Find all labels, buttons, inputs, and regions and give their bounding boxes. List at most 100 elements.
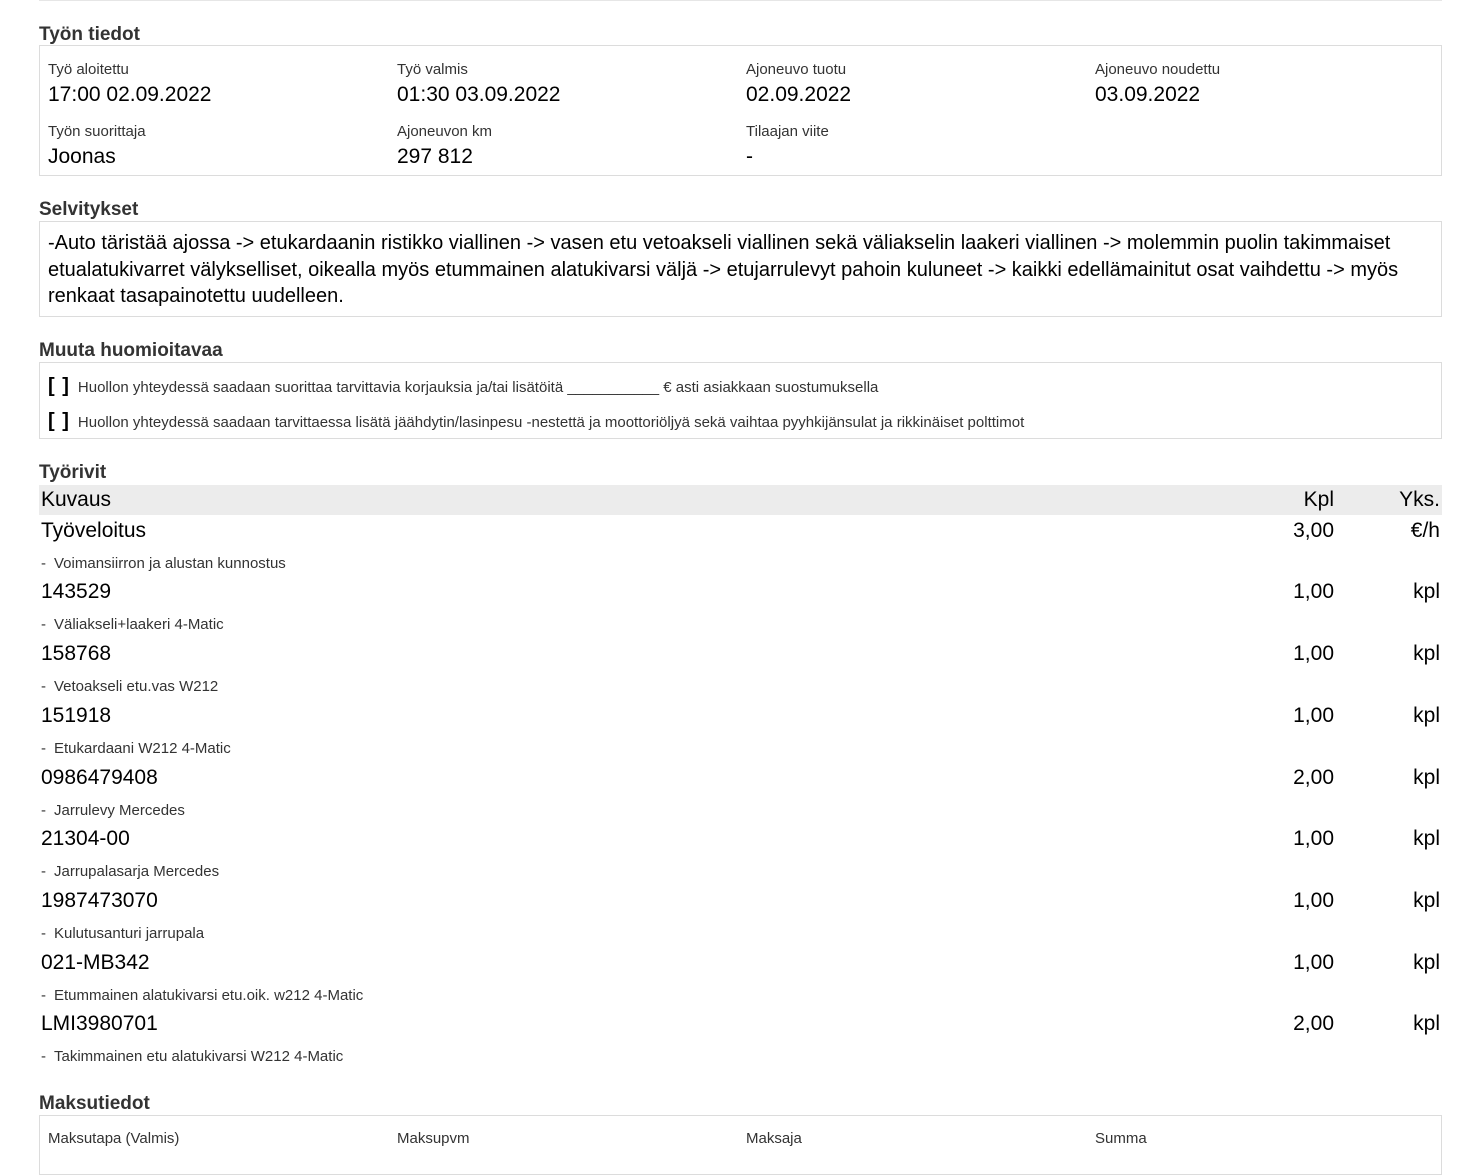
dash: - <box>41 678 46 695</box>
row-unit: €/h <box>1410 519 1440 542</box>
row-description: - Voimansiirron ja alustan kunnostus <box>41 555 286 572</box>
row-unit: kpl <box>1413 951 1440 974</box>
row-description: - Etukardaani W212 4-Matic <box>41 740 231 757</box>
field-label: Tilaajan viite <box>746 123 829 140</box>
field-vehicle-picked-up: Ajoneuvo noudettu 03.09.2022 <box>1095 61 1220 107</box>
payment-sum: Summa <box>1095 1130 1147 1148</box>
field-label: Työ valmis <box>397 61 468 78</box>
row-code: 021-MB342 <box>41 951 150 974</box>
row-description-text: Jarrulevy Mercedes <box>54 802 185 819</box>
note-item: [ ] Huollon yhteydessä saadaan suorittaa … <box>48 375 878 398</box>
dash: - <box>41 616 46 633</box>
row-qty: 1,00 <box>1293 827 1334 850</box>
row-description-text: Väliakseli+laakeri 4-Matic <box>54 616 224 633</box>
row-qty: 1,00 <box>1293 704 1334 727</box>
table-row: 143529 1,00 kpl - Väliakseli+laakeri 4-Ma… <box>39 580 1442 642</box>
row-qty: 1,00 <box>1293 642 1334 665</box>
explanations-title: Selvitykset <box>39 199 139 220</box>
notes-box: [ ] Huollon yhteydessä saadaan suorittaa … <box>39 362 1442 439</box>
row-code: Työveloitus <box>41 519 147 542</box>
table-row: 21304-00 1,00 kpl - Jarrupalasarja Merced… <box>39 827 1442 889</box>
row-code: 1987473070 <box>41 889 158 912</box>
row-unit: kpl <box>1413 642 1440 665</box>
row-code: 0986479408 <box>41 766 158 789</box>
field-value: - <box>746 145 753 168</box>
field-value: Joonas <box>48 145 116 168</box>
field-technician: Työn suorittaja Joonas <box>48 123 146 169</box>
row-description-text: Vetoakseli etu.vas W212 <box>54 678 219 695</box>
note-text: Huollon yhteydessä saadaan suorittaa tar… <box>77 379 879 396</box>
field-label: Työ aloitettu <box>48 61 129 78</box>
explanations-box: -Auto täristää ajossa -> etukardaanin ri… <box>39 221 1442 317</box>
field-work-started: Työ aloitettu 17:00 02.09.2022 <box>48 61 212 107</box>
payment-method: Maksutapa (Valmis) <box>48 1130 179 1148</box>
header-description: Kuvaus <box>41 488 112 511</box>
row-unit: kpl <box>1413 704 1440 727</box>
field-work-finished: Työ valmis 01:30 03.09.2022 <box>397 61 561 107</box>
checkbox-mark[interactable]: [ ] <box>48 410 70 432</box>
table-row: 151918 1,00 kpl - Etukardaani W212 4-Mati… <box>39 704 1442 766</box>
field-customer-reference: Tilaajan viite - <box>746 123 829 169</box>
field-value: 01:30 03.09.2022 <box>397 83 561 106</box>
table-row: 1987473070 1,00 kpl - Kulutusanturi jarru… <box>39 889 1442 951</box>
field-label: Ajoneuvon km <box>397 123 493 140</box>
header-qty: Kpl <box>1303 488 1334 511</box>
job-info-box: Työ aloitettu 17:00 02.09.2022 Työ valmi… <box>39 45 1442 176</box>
field-label: Työn suorittaja <box>48 123 146 140</box>
payment-date: Maksupvm <box>397 1130 470 1148</box>
dash: - <box>41 925 46 942</box>
note-text: Huollon yhteydessä saadaan tarvittaessa … <box>77 414 1025 431</box>
header-unit: Yks. <box>1399 488 1440 511</box>
row-qty: 1,00 <box>1293 889 1334 912</box>
field-label: Maksupvm <box>397 1130 470 1147</box>
work-rows-title: Työrivit <box>39 462 107 483</box>
payment-title: Maksutiedot <box>39 1093 150 1114</box>
row-description-text: Voimansiirron ja alustan kunnostus <box>54 555 286 572</box>
row-description: - Väliakseli+laakeri 4-Matic <box>41 616 224 633</box>
row-description-text: Takimmainen etu alatukivarsi W212 4-Mati… <box>54 1048 344 1065</box>
row-code: 143529 <box>41 580 112 603</box>
row-code: LMI3980701 <box>41 1012 158 1035</box>
row-unit: kpl <box>1413 827 1440 850</box>
row-code: 158768 <box>41 642 112 665</box>
row-unit: kpl <box>1413 889 1440 912</box>
dash: - <box>41 802 46 819</box>
payment-box: Maksutapa (Valmis) Maksupvm Maksaja Summ… <box>39 1115 1442 1175</box>
row-description: - Vetoakseli etu.vas W212 <box>41 678 218 695</box>
dash: - <box>41 863 46 880</box>
note-item: [ ] Huollon yhteydessä saadaan tarvittaes… <box>48 410 1024 433</box>
row-code: 21304-00 <box>41 827 130 850</box>
dash: - <box>41 1048 46 1065</box>
row-unit: kpl <box>1413 580 1440 603</box>
field-value: 02.09.2022 <box>746 83 852 106</box>
row-description-text: Kulutusanturi jarrupala <box>54 925 205 942</box>
row-description-text: Etummainen alatukivarsi etu.oik. w212 4-… <box>54 987 364 1004</box>
explanations-text: -Auto täristää ajossa -> etukardaanin ri… <box>48 232 1399 307</box>
dash: - <box>41 740 46 757</box>
row-description: - Takimmainen etu alatukivarsi W212 4-Mat… <box>41 1048 343 1065</box>
notes-title: Muuta huomioitavaa <box>39 340 223 361</box>
dash: - <box>41 987 46 1004</box>
table-row: Työveloitus 3,00 €/h - Voimansiirron ja a… <box>39 519 1442 581</box>
row-unit: kpl <box>1413 1012 1440 1035</box>
checkbox-mark[interactable]: [ ] <box>48 375 70 397</box>
row-qty: 2,00 <box>1293 1012 1334 1035</box>
row-description: - Etummainen alatukivarsi etu.oik. w212 4… <box>41 987 363 1004</box>
row-qty: 1,00 <box>1293 580 1334 603</box>
field-value: 17:00 02.09.2022 <box>48 83 212 106</box>
field-label: Ajoneuvo noudettu <box>1095 61 1221 78</box>
table-row: LMI3980701 2,00 kpl - Takimmainen etu ala… <box>39 1012 1442 1074</box>
field-value: 03.09.2022 <box>1095 83 1201 106</box>
row-code: 151918 <box>41 704 112 727</box>
top-divider <box>39 0 1442 1</box>
row-qty: 3,00 <box>1293 519 1334 542</box>
table-row: 021-MB342 1,00 kpl - Etummainen alatukiva… <box>39 951 1442 1013</box>
row-description: - Jarrulevy Mercedes <box>41 802 185 819</box>
table-header: Kuvaus Kpl Yks. <box>39 485 1442 515</box>
row-unit: kpl <box>1413 766 1440 789</box>
table-row: 158768 1,00 kpl - Vetoakseli etu.vas W212 <box>39 642 1442 704</box>
row-description-text: Jarrupalasarja Mercedes <box>54 863 220 880</box>
field-label: Maksutapa (Valmis) <box>48 1130 180 1147</box>
row-description-text: Etukardaani W212 4-Matic <box>54 740 231 757</box>
field-vehicle-km: Ajoneuvon km 297 812 <box>397 123 492 169</box>
